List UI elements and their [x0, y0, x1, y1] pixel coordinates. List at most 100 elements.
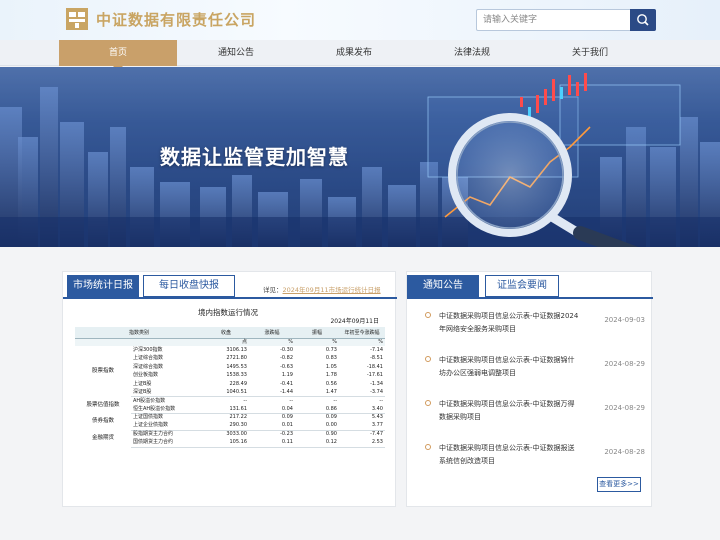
index-table-date: 2024年09月11日: [330, 318, 379, 325]
index-value: -7.14: [370, 347, 383, 354]
header-amplitude: 振幅: [295, 327, 339, 339]
company-name[interactable]: 中证数据有限责任公司: [96, 9, 256, 30]
table-row: 金融期货 股指期货主力合约 3033.00 -0.23 0.90 -7.47: [75, 430, 385, 441]
bullet-icon: [425, 356, 431, 362]
table-row: 债券指数 上证国债指数 217.22 0.09 0.09 5.43: [75, 414, 385, 424]
tab-csrc-news[interactable]: 证监会要闻: [485, 275, 559, 297]
index-value: -0.30: [280, 347, 293, 354]
index-value: 105.16: [203, 438, 249, 448]
header-category: 指数类别: [75, 327, 203, 339]
index-value: --: [243, 397, 247, 404]
list-item[interactable]: 中证数据采购项目信息公示表-中证数据锦什坊办公区强弱电调整项目 2024-08-…: [423, 354, 645, 398]
notice-date: 2024-08-29: [604, 360, 645, 368]
index-value: -18.41: [366, 363, 383, 370]
index-value: 0.04: [249, 405, 295, 415]
unit-cell: 点: [203, 338, 249, 347]
tab-market-daily[interactable]: 市场统计日报: [67, 275, 139, 297]
index-value: -17.61: [366, 372, 383, 379]
index-value: -8.51: [370, 355, 383, 362]
header: 中证数据有限责任公司: [0, 0, 720, 40]
index-value: 1.19: [281, 372, 293, 379]
unit-cell: [75, 338, 203, 347]
index-value: 0.86: [295, 405, 339, 415]
index-value: 3.40: [339, 405, 385, 415]
nav-item-about[interactable]: 关于我们: [531, 40, 649, 66]
index-value: 2721.80: [226, 355, 247, 362]
index-value: -7.47: [370, 431, 383, 438]
banner-slogan: 数据让监管更加智慧: [160, 145, 349, 169]
bullet-icon: [425, 312, 431, 318]
index-name: 深证B股: [131, 388, 203, 398]
index-value: -1.44: [249, 388, 295, 398]
notice-list: 中证数据采购项目信息公示表-中证数据2024年网络安全服务采购项目 2024-0…: [423, 310, 645, 486]
group-label: 金融期货: [91, 435, 114, 442]
index-value: 2.53: [339, 438, 385, 448]
index-value: --: [289, 397, 293, 404]
index-value: 3.77: [339, 421, 385, 431]
index-value: -0.63: [280, 363, 293, 370]
notice-date: 2024-08-28: [604, 448, 645, 456]
notice-title[interactable]: 中证数据采购项目信息公示表-中证数据万得数据采购项目: [439, 398, 579, 424]
search-input[interactable]: [483, 12, 623, 28]
market-stats-panel: 市场统计日报 每日收盘快报 详见：2024年09月11市场运行统计日报 境内指数…: [62, 271, 397, 507]
report-prefix: 详见：: [263, 286, 283, 294]
index-name: 上证企业债指数: [131, 421, 203, 431]
index-name: 沪深300指数: [133, 347, 163, 354]
index-value: 1.05: [325, 363, 337, 370]
notices-panel: 通知公告 证监会要闻 中证数据采购项目信息公示表-中证数据2024年网络安全服务…: [406, 271, 653, 507]
tab-notices[interactable]: 通知公告: [407, 275, 479, 297]
group-label: 股票指数: [91, 368, 114, 375]
index-name: 上证综合指数: [133, 355, 164, 362]
nav-item-results[interactable]: 成果发布: [295, 40, 413, 66]
view-more-button[interactable]: 查看更多>>: [597, 477, 641, 492]
table-row: 股票指数 沪深300指数 3106.13 -0.30 0.73 -7.14: [75, 346, 385, 374]
header-ytd: 年初至今涨跌幅: [339, 327, 385, 339]
index-value: 0.01: [249, 421, 295, 431]
notice-title[interactable]: 中证数据采购项目信息公示表-中证数据2024年网络安全服务采购项目: [439, 310, 579, 336]
index-name: AH股溢价指数: [133, 397, 166, 404]
nav-item-home[interactable]: 首页: [59, 40, 177, 71]
search-button[interactable]: [630, 9, 656, 31]
search-box: [476, 9, 656, 31]
index-value: 290.30: [203, 421, 249, 431]
index-value: 217.22: [229, 414, 248, 421]
tab-divider: [407, 297, 653, 299]
index-table-body: 点 % % % 股票指数 沪深300指数 3106.13 -0.30 0.73 -7.14…: [75, 338, 385, 448]
index-value: 0.12: [295, 438, 339, 448]
index-value: 0.09: [325, 414, 337, 421]
list-item[interactable]: 中证数据采购项目信息公示表-中证数据2024年网络安全服务采购项目 2024-0…: [423, 310, 645, 354]
company-logo-icon[interactable]: [66, 8, 88, 30]
index-value: --: [379, 397, 383, 404]
table-header-row: 指数类别 收盘 涨跌幅 振幅 年初至今涨跌幅: [75, 327, 385, 339]
index-value: 131.61: [203, 405, 249, 415]
daily-report-link[interactable]: 2024年09月11市场运行统计日报: [283, 286, 381, 294]
notice-title[interactable]: 中证数据采购项目信息公示表-中证数据报送系统信创改造项目: [439, 442, 579, 468]
tab-daily-close[interactable]: 每日收盘快报: [143, 275, 235, 297]
nav-item-notices[interactable]: 通知公告: [177, 40, 295, 66]
index-value: 0.73: [325, 347, 337, 354]
header-close: 收盘: [203, 327, 249, 339]
index-value: 3033.00: [226, 431, 247, 438]
index-value: 228.49: [229, 380, 248, 387]
index-value: 0.11: [249, 438, 295, 448]
list-item[interactable]: 中证数据采购项目信息公示表-中证数据万得数据采购项目 2024-08-29: [423, 398, 645, 442]
index-name: 上证B股: [133, 380, 152, 387]
group-label: 股票估值指数: [86, 401, 120, 408]
index-name: 国债期货主力合约: [131, 438, 203, 448]
index-value: 5.43: [371, 414, 383, 421]
unit-cell: %: [339, 338, 385, 347]
bullet-icon: [425, 400, 431, 406]
header-change: 涨跌幅: [249, 327, 295, 339]
index-table: 指数类别 收盘 涨跌幅 振幅 年初至今涨跌幅 点 % % % 股票指数 沪深300…: [75, 327, 385, 448]
notice-date: 2024-08-29: [604, 404, 645, 412]
page: 中证数据有限责任公司 首页 通知公告 成果发布 法律法规 关于我们: [0, 0, 720, 540]
search-icon: [637, 14, 649, 26]
hero-banner: 数据让监管更加智慧: [0, 67, 720, 247]
nav-item-laws[interactable]: 法律法规: [413, 40, 531, 66]
index-value: 1538.33: [226, 372, 247, 379]
report-link-row: 详见：2024年09月11市场运行统计日报: [263, 284, 381, 294]
notice-title[interactable]: 中证数据采购项目信息公示表-中证数据锦什坊办公区强弱电调整项目: [439, 354, 579, 380]
index-value: 0.56: [325, 380, 337, 387]
index-value: -1.34: [370, 380, 383, 387]
city-skyline-graphic: [0, 67, 720, 247]
